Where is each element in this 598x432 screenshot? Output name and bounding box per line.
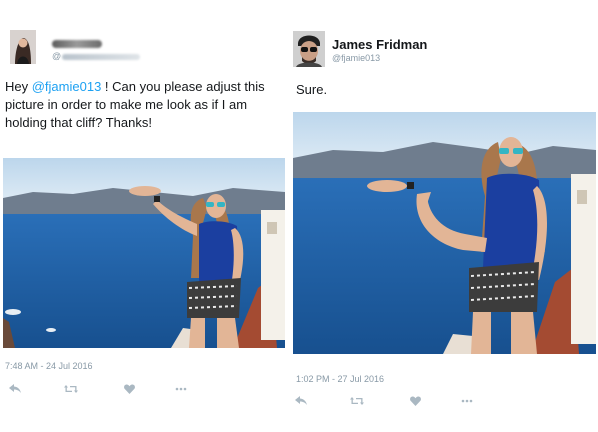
tweet-actions [8,384,188,394]
cliff-photo-original [3,158,285,348]
retweet-icon[interactable] [64,384,78,394]
timestamp[interactable]: 7:48 AM - 24 Jul 2016 [5,361,93,371]
avatar[interactable] [10,30,36,64]
tweet-text: Sure. [296,82,328,97]
tweet-photo[interactable] [293,112,596,354]
tweet-actions [294,396,474,406]
display-name[interactable]: James Fridman [332,37,427,52]
heart-icon[interactable] [122,384,136,394]
heart-icon[interactable] [408,396,422,406]
redacted-handle [62,54,140,60]
redacted-display-name [52,40,102,48]
timestamp[interactable]: 1:02 PM - 27 Jul 2016 [296,374,384,384]
more-icon[interactable] [460,399,474,403]
cliff-photo-edited [293,112,596,354]
tweet-photo[interactable] [3,158,285,348]
mention-link[interactable]: @fjamie013 [32,79,102,94]
retweet-icon[interactable] [350,396,364,406]
reply-icon[interactable] [294,396,308,406]
handle-prefix: @ [52,51,62,61]
user-handle[interactable]: @fjamie013 [332,53,380,63]
reply-tweet: James Fridman @fjamie013 Sure. 1:02 PM -… [291,0,598,432]
original-tweet: @ Hey @fjamie013 ! Can you please adjust… [0,0,291,432]
tweet-text: Hey @fjamie013 ! Can you please adjust t… [5,79,265,130]
more-icon[interactable] [174,387,188,391]
avatar[interactable] [293,31,325,67]
reply-icon[interactable] [8,384,22,394]
